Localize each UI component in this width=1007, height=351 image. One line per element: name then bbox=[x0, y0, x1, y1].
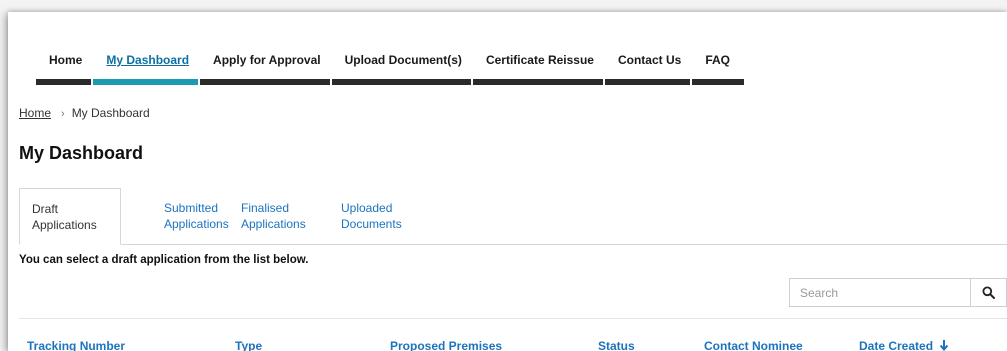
tab-label-line2: Applications bbox=[241, 217, 306, 231]
column-header-tracking-number[interactable]: Tracking Number bbox=[27, 339, 125, 351]
nav-contact-us[interactable]: Contact Us bbox=[604, 49, 691, 85]
table-top-divider bbox=[19, 318, 1007, 319]
tab-label-line1: Finalised bbox=[241, 201, 290, 215]
breadcrumb-home-link[interactable]: Home bbox=[19, 106, 51, 120]
tab-finalised-applications[interactable]: Finalised Applications bbox=[241, 188, 306, 244]
search-button[interactable] bbox=[971, 278, 1007, 307]
column-header-date-created[interactable]: Date Created bbox=[859, 339, 949, 351]
tab-submitted-applications[interactable]: Submitted Applications bbox=[164, 188, 229, 244]
breadcrumb-current: My Dashboard bbox=[71, 106, 150, 120]
nav-home[interactable]: Home bbox=[36, 49, 92, 85]
search-icon bbox=[982, 286, 995, 299]
breadcrumb-separator: › bbox=[61, 108, 65, 120]
nav-apply-for-approval[interactable]: Apply for Approval bbox=[200, 49, 330, 85]
column-header-type[interactable]: Type bbox=[235, 339, 262, 351]
nav-faq[interactable]: FAQ bbox=[692, 49, 744, 85]
column-header-status[interactable]: Status bbox=[598, 339, 635, 351]
tab-label-line2: Documents bbox=[341, 217, 402, 231]
helper-text: You can select a draft application from … bbox=[19, 254, 309, 266]
nav-my-dashboard[interactable]: My Dashboard bbox=[93, 49, 199, 85]
dashboard-tabs: Draft Applications Submitted Application… bbox=[19, 188, 1007, 245]
search-group bbox=[789, 278, 1007, 307]
nav-certificate-reissue[interactable]: Certificate Reissue bbox=[472, 49, 603, 85]
tab-label-line1: Submitted bbox=[164, 201, 219, 215]
nav-upload-documents[interactable]: Upload Document(s) bbox=[331, 49, 471, 85]
page-container: Home My Dashboard Apply for Approval Upl… bbox=[8, 12, 1007, 351]
tab-label-line2: Applications bbox=[164, 217, 229, 231]
breadcrumb: Home › My Dashboard bbox=[19, 106, 150, 120]
column-header-proposed-premises[interactable]: Proposed Premises bbox=[390, 339, 502, 351]
tab-draft-applications[interactable]: Draft Applications bbox=[19, 188, 121, 245]
column-header-contact-nominee[interactable]: Contact Nominee bbox=[704, 339, 803, 351]
column-header-date-created-label: Date Created bbox=[859, 339, 934, 351]
main-nav: Home My Dashboard Apply for Approval Upl… bbox=[36, 49, 746, 85]
search-input[interactable] bbox=[789, 278, 971, 307]
tab-label-line1: Draft bbox=[32, 202, 59, 216]
arrow-down-icon bbox=[940, 340, 949, 351]
tab-uploaded-documents[interactable]: Uploaded Documents bbox=[341, 188, 402, 244]
page-title: My Dashboard bbox=[19, 143, 144, 163]
tab-label-line1: Uploaded bbox=[341, 201, 393, 215]
tab-label-line2: Applications bbox=[32, 218, 97, 232]
